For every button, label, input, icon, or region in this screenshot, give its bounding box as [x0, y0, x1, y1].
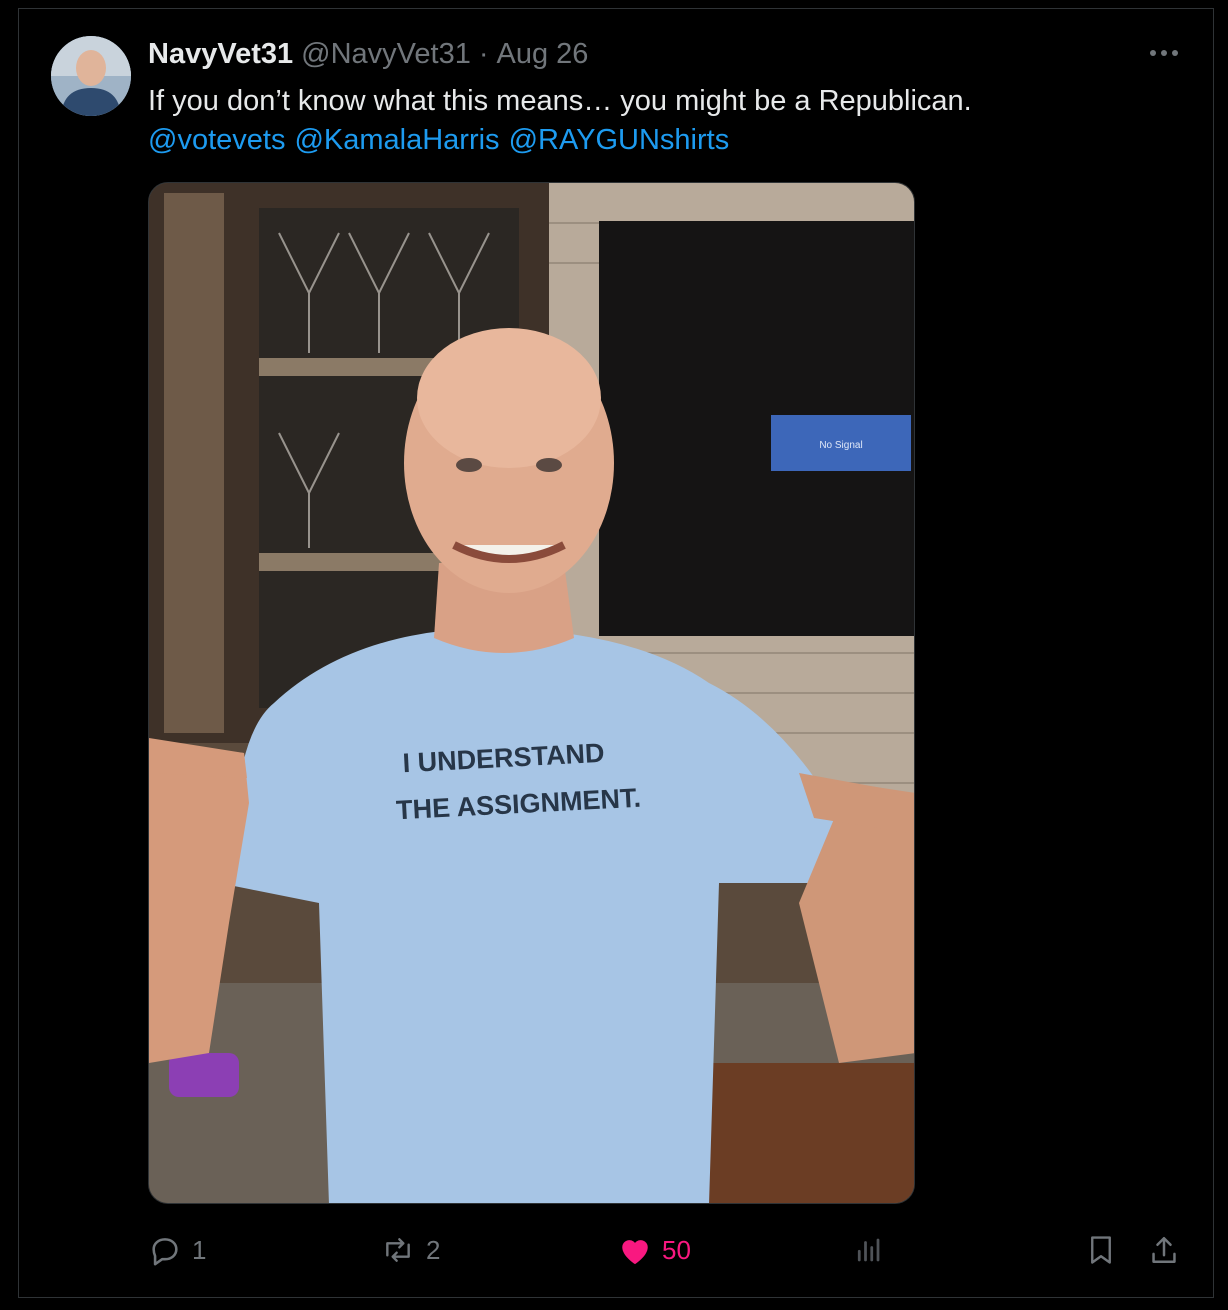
mention-votevets[interactable]: @votevets [148, 121, 285, 160]
share-icon [1148, 1233, 1180, 1267]
tweet-date[interactable]: Aug 26 [497, 38, 589, 71]
bookmark-button[interactable] [1086, 1228, 1116, 1272]
reply-icon [148, 1233, 182, 1267]
mention-raygunshirts[interactable]: @RAYGUNshirts [509, 121, 730, 160]
mentions: @votevets @KamalaHarris @RAYGUNshirts [148, 121, 1148, 160]
like-icon [618, 1234, 652, 1266]
repost-count: 2 [426, 1234, 441, 1265]
display-name[interactable]: NavyVet31 [148, 38, 293, 71]
reply-button[interactable]: 1 [148, 1228, 206, 1272]
tweet-body: If you don’t know what this means… you m… [148, 82, 1148, 160]
handle[interactable]: @NavyVet31 [301, 38, 471, 71]
mention-kamalaharris[interactable]: @KamalaHarris [294, 121, 499, 160]
separator-dot: · [478, 37, 489, 70]
tweet-text: If you don’t know what this means… you m… [148, 85, 972, 117]
views-button[interactable] [853, 1228, 883, 1272]
views-icon [853, 1234, 883, 1266]
tweet-photo[interactable]: No Signal I UNDERSTAND THE ASSIGNMENT. [148, 182, 915, 1204]
avatar[interactable] [51, 36, 131, 116]
reply-count: 1 [192, 1234, 207, 1265]
bookmark-icon [1086, 1233, 1116, 1267]
action-bar: 1 2 50 [148, 1228, 1188, 1272]
more-icon[interactable] [1146, 38, 1182, 68]
like-button[interactable]: 50 [618, 1228, 691, 1272]
tv-notice: No Signal [819, 440, 862, 451]
share-button[interactable] [1148, 1228, 1180, 1272]
like-count: 50 [662, 1234, 691, 1265]
repost-icon [380, 1234, 416, 1266]
repost-button[interactable]: 2 [380, 1228, 440, 1272]
tweet-header: NavyVet31 @NavyVet31 · Aug 26 [148, 36, 588, 72]
